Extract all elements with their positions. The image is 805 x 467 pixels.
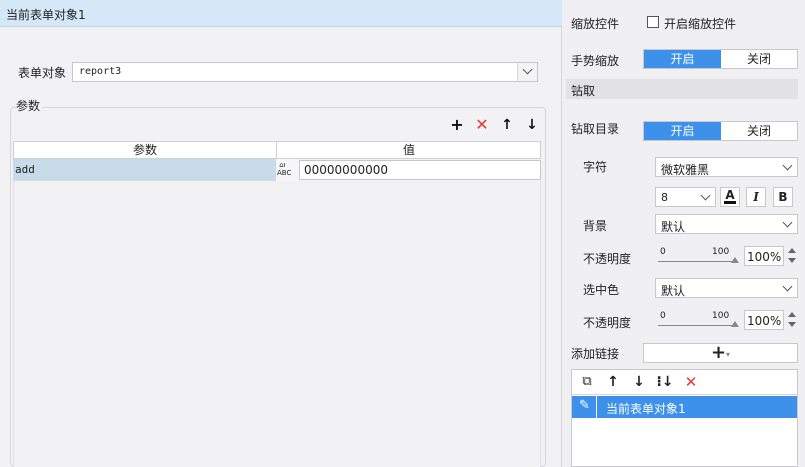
- move-up-icon[interactable]: ↑: [498, 116, 516, 134]
- caret-down-icon: ▾: [726, 350, 731, 359]
- italic-button[interactable]: I: [746, 187, 766, 207]
- chevron-down-icon[interactable]: [782, 217, 793, 228]
- type-abc-icon[interactable]: ⌂ı ABC: [277, 159, 299, 181]
- move-down-icon[interactable]: ↓: [523, 116, 541, 134]
- slider-track[interactable]: [658, 325, 736, 326]
- gesture-zoom-off[interactable]: 关闭: [721, 50, 797, 68]
- drill-directory-on[interactable]: 开启: [644, 122, 721, 140]
- font-size-value: 8: [661, 191, 668, 204]
- slider-max: 100: [712, 247, 730, 257]
- link-toolbar: ⧉ ↑ ↓ ⁝↓ ✕: [572, 370, 797, 395]
- gesture-zoom-toggle[interactable]: 开启 关闭: [643, 49, 798, 69]
- drill-section-header[interactable]: 钻取: [566, 79, 798, 99]
- add-link-button[interactable]: +▾: [643, 343, 798, 363]
- param-value-input[interactable]: 00000000000: [299, 160, 541, 180]
- drill-directory-off[interactable]: 关闭: [721, 122, 797, 140]
- move-up-icon[interactable]: ↑: [604, 373, 622, 391]
- font-label: 字符: [583, 160, 608, 174]
- panel-header: 当前表单对象1: [0, 0, 562, 27]
- drill-directory-toggle[interactable]: 开启 关闭: [643, 121, 798, 141]
- font-select[interactable]: 微软雅黑: [655, 157, 798, 177]
- page-title: 当前表单对象1: [6, 8, 86, 22]
- delete-icon[interactable]: ✕: [473, 116, 491, 134]
- move-to-bottom-icon[interactable]: ⁝↓: [656, 373, 674, 391]
- slider-max: 100: [712, 311, 730, 321]
- collapse-icon[interactable]: [571, 87, 579, 92]
- bold-button[interactable]: B: [773, 187, 793, 207]
- chevron-down-icon[interactable]: [700, 190, 711, 201]
- drill-directory-label: 钻取目录: [571, 122, 620, 136]
- slider-track[interactable]: [658, 261, 736, 262]
- table-header: 参数 值: [13, 141, 541, 159]
- enable-zoom-label: 开启缩放控件: [664, 17, 737, 31]
- link-item-label: 当前表单对象1: [606, 402, 686, 416]
- delete-icon[interactable]: ✕: [682, 373, 700, 391]
- enable-zoom-checkbox[interactable]: [647, 16, 659, 28]
- column-header-param: 参数: [14, 142, 277, 158]
- params-group-label: 参数: [16, 97, 43, 114]
- copy-icon[interactable]: ⧉: [578, 373, 596, 391]
- selected-color-select[interactable]: 默认: [655, 278, 798, 298]
- font-size-select[interactable]: 8: [655, 187, 716, 207]
- sel-opacity-spinner[interactable]: [786, 310, 798, 330]
- edit-icon[interactable]: ✎: [572, 396, 597, 418]
- list-item[interactable]: ✎ 当前表单对象1: [572, 396, 797, 418]
- gesture-zoom-on[interactable]: 开启: [644, 50, 721, 68]
- column-header-value: 值: [402, 143, 415, 157]
- form-object-label: 表单对象: [18, 66, 67, 80]
- selected-color-value: 默认: [661, 284, 686, 298]
- move-down-icon[interactable]: ↓: [630, 373, 648, 391]
- add-icon: +: [710, 342, 727, 363]
- param-name-cell[interactable]: add: [13, 159, 276, 181]
- link-list: ⧉ ↑ ↓ ⁝↓ ✕ ✎ 当前表单对象1: [571, 369, 798, 467]
- table-row[interactable]: add ⌂ı ABC 00000000000: [13, 159, 541, 181]
- bg-opacity-label: 不透明度: [583, 252, 632, 266]
- sel-opacity-slider[interactable]: 0 100: [658, 311, 739, 335]
- chevron-down-icon[interactable]: [782, 160, 793, 171]
- table-body: [13, 181, 541, 467]
- background-value: 默认: [661, 220, 686, 234]
- sel-opacity-input[interactable]: 100%: [744, 310, 784, 330]
- slider-handle[interactable]: [731, 257, 739, 263]
- font-color-button[interactable]: A: [720, 187, 740, 207]
- zoom-control-label: 缩放控件: [571, 17, 620, 31]
- add-icon[interactable]: +: [448, 116, 466, 134]
- bg-opacity-slider[interactable]: 0 100: [658, 247, 739, 271]
- chevron-down-icon[interactable]: [782, 281, 793, 292]
- slider-min: 0: [660, 311, 666, 321]
- add-link-label: 添加链接: [571, 347, 620, 361]
- selected-color-label: 选中色: [583, 283, 620, 297]
- form-object-value: report3: [79, 66, 122, 77]
- font-value: 微软雅黑: [661, 163, 710, 177]
- sel-opacity-label: 不透明度: [583, 316, 632, 330]
- slider-handle[interactable]: [731, 321, 739, 327]
- bg-opacity-spinner[interactable]: [786, 246, 798, 266]
- gesture-zoom-label: 手势缩放: [571, 54, 620, 68]
- slider-min: 0: [660, 247, 666, 257]
- bg-opacity-input[interactable]: 100%: [744, 246, 784, 266]
- background-select[interactable]: 默认: [655, 214, 798, 234]
- background-label: 背景: [583, 219, 608, 233]
- chevron-down-icon[interactable]: [517, 63, 537, 81]
- form-object-select[interactable]: report3: [72, 62, 538, 82]
